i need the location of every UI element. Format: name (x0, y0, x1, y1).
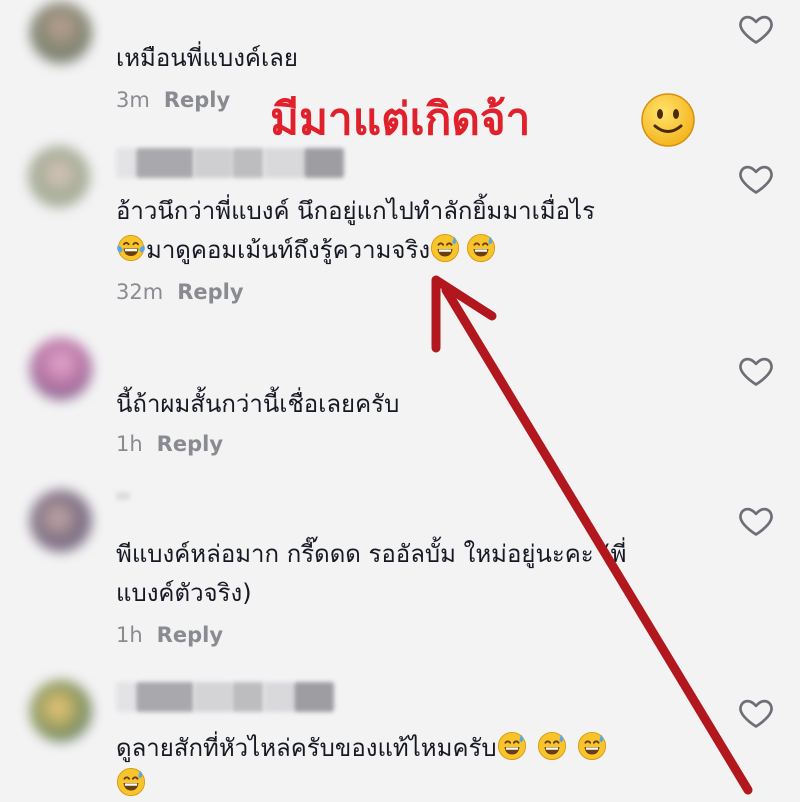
grinning-sweat-icon (537, 731, 567, 761)
comment-time: 3m (116, 88, 150, 112)
comment-text: พีแบงค์หล่อมาก กรี๊ดดด รออัลบั้ม ใหม่อยู… (116, 540, 627, 568)
comment-text (116, 766, 146, 802)
comment-meta: 1h Reply (116, 432, 223, 456)
heart-outline-icon[interactable] (737, 160, 775, 198)
heart-outline-icon[interactable] (737, 502, 775, 540)
comment-text-line2: มาดูคอมเม้นท์ถึงรู้ความจริง (146, 236, 431, 264)
avatar[interactable] (28, 146, 90, 208)
grinning-sweat-icon (466, 233, 496, 263)
heart-outline-icon[interactable] (737, 10, 775, 48)
annotation-text: มีมาแต่เกิดจ้า (270, 94, 531, 145)
comment-text: แบงค์ตัวจริง) (116, 579, 252, 607)
comment-text-line1: ดูลายสักที่หัวไหล่ครับของแท้ไหมครับ (116, 734, 497, 762)
avatar[interactable] (30, 680, 92, 742)
grinning-sweat-icon (116, 767, 146, 797)
comment-text: ดูลายสักที่หัวไหล่ครับของแท้ไหมครับ (116, 730, 607, 766)
reply-button[interactable]: Reply (164, 88, 230, 112)
comment-time: 1h (116, 432, 143, 456)
avatar[interactable] (30, 2, 92, 64)
avatar[interactable] (30, 338, 92, 400)
comment-text: อ้าวนึกว่าพี่แบงค์ นึกอยู่แกไปทำลักยิ้มม… (116, 193, 595, 229)
heart-outline-icon[interactable] (737, 694, 775, 732)
username-redacted (116, 492, 130, 500)
comment-text: นี้ถ้าผมสั้นกว่านี้เชื่อเลยครับ (116, 390, 400, 418)
reply-button[interactable]: Reply (157, 623, 223, 647)
face-tears-of-joy-icon (116, 233, 146, 263)
grinning-sweat-icon (430, 233, 460, 263)
heart-outline-icon[interactable] (737, 352, 775, 390)
reply-button[interactable]: Reply (177, 280, 243, 304)
comment-time: 1h (116, 623, 143, 647)
reply-button[interactable]: Reply (157, 432, 223, 456)
comment-meta: 32m Reply (116, 280, 244, 304)
comment-time: 32m (116, 280, 164, 304)
comment-text: เหมือนพี่แบงค์เลย (116, 44, 298, 72)
avatar[interactable] (30, 490, 92, 552)
comment-text: มาดูคอมเม้นท์ถึงรู้ความจริง (116, 232, 496, 268)
grinning-sweat-icon (577, 731, 607, 761)
slightly-smiling-face-icon (641, 93, 695, 147)
comment-text-line1: อ้าวนึกว่าพี่แบงค์ นึกอยู่แกไปทำลักยิ้มม… (116, 197, 596, 225)
comment-meta: 1h Reply (116, 623, 223, 647)
grinning-sweat-icon (497, 731, 527, 761)
comment-meta: 3m Reply (116, 88, 230, 112)
